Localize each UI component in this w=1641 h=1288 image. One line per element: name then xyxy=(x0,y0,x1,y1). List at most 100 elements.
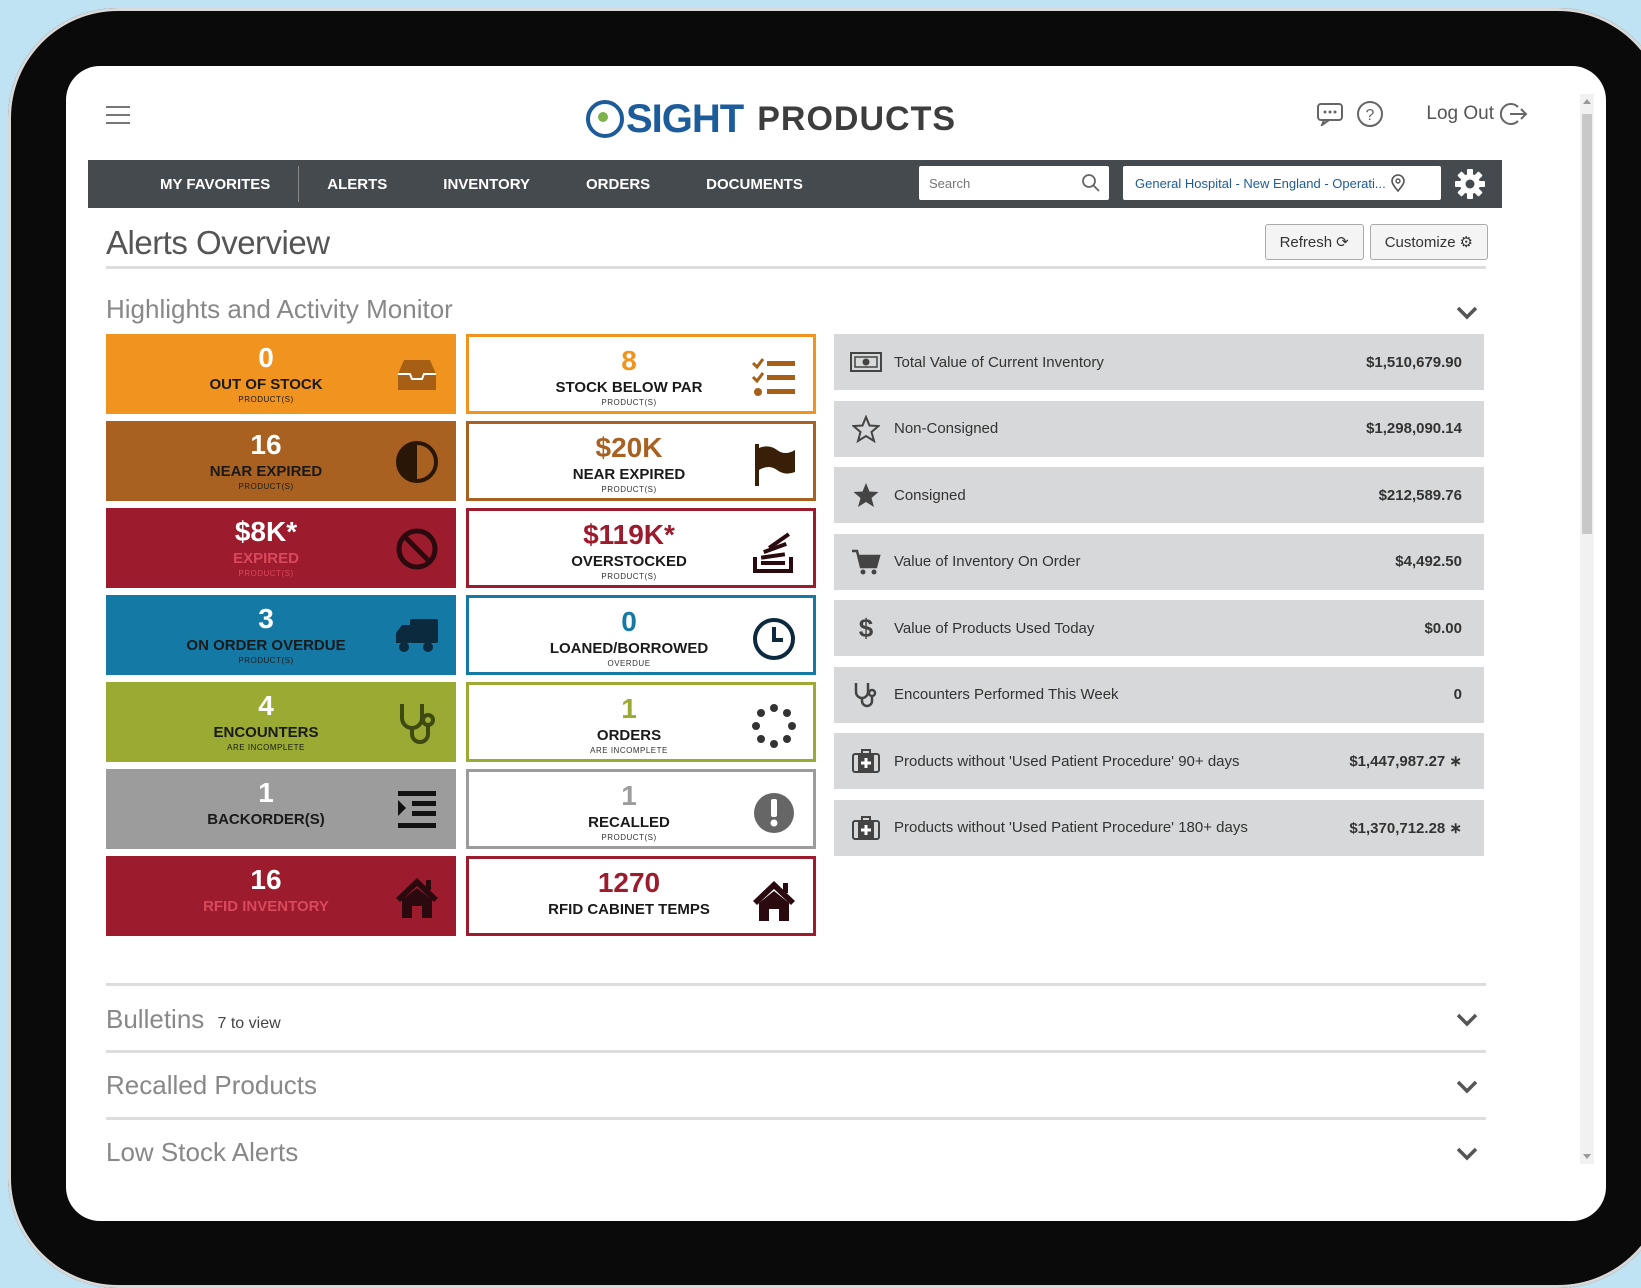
inbox-icon xyxy=(394,352,440,398)
stat-value: $0.00 xyxy=(1424,619,1462,637)
tile-label: NEAR EXPIRED xyxy=(572,466,686,483)
tile-value: 0 xyxy=(621,606,637,637)
bulletins-header[interactable]: Bulletins 7 to view xyxy=(106,1004,281,1035)
spinner-icon xyxy=(751,703,797,749)
nav-inventory[interactable]: INVENTORY xyxy=(415,176,558,193)
recalled-products-title[interactable]: Recalled Products xyxy=(106,1070,317,1101)
dollar-icon: $ xyxy=(848,613,884,643)
tile-sublabel: ARE INCOMPLETE xyxy=(590,746,668,755)
stat-row[interactable]: Value of Inventory On Order $4,492.50 xyxy=(834,533,1484,590)
stat-label: Value of Products Used Today xyxy=(894,619,1095,637)
main-nav: MY FAVORITES ALERTS INVENTORY ORDERS DOC… xyxy=(88,160,1502,208)
location-selector[interactable]: General Hospital - New England - Operati… xyxy=(1123,166,1441,200)
stat-row[interactable]: Non-Consigned $1,298,090.14 xyxy=(834,400,1484,457)
tile-expired[interactable]: $8K* EXPIRED PRODUCT(S) xyxy=(106,508,456,588)
tile-value: $20K xyxy=(595,432,663,463)
truck-icon xyxy=(394,613,440,659)
tile-label: EXPIRED xyxy=(233,550,299,567)
settings-gear-icon[interactable] xyxy=(1454,168,1486,200)
chevron-down-icon[interactable] xyxy=(1456,1013,1478,1027)
tile-label: OUT OF STOCK xyxy=(209,376,323,393)
search-input[interactable] xyxy=(919,174,1081,192)
divider xyxy=(106,983,1486,986)
tile-value: 16 xyxy=(250,864,282,895)
search-icon[interactable] xyxy=(1081,173,1101,193)
tile-label: RFID CABINET TEMPS xyxy=(548,901,710,918)
tile-encounters[interactable]: 4 ENCOUNTERS ARE INCOMPLETE xyxy=(106,682,456,762)
stat-value: $1,510,679.90 xyxy=(1366,353,1462,371)
tile-value: 1 xyxy=(258,777,274,808)
tile-label: STOCK BELOW PAR xyxy=(555,379,703,396)
stat-label: Products without 'Used Patient Procedure… xyxy=(894,819,1248,836)
tile-near-expired[interactable]: $20K NEAR EXPIRED PRODUCT(S) xyxy=(466,421,816,501)
nav-orders[interactable]: ORDERS xyxy=(558,176,678,193)
tile-value: 1 xyxy=(621,780,637,811)
location-label: General Hospital - New England - Operati… xyxy=(1135,175,1386,191)
logout-button[interactable]: Log Out xyxy=(1426,101,1528,127)
stat-label: Consigned xyxy=(894,486,966,504)
logo-mark-icon xyxy=(586,100,624,138)
tile-loaned-borrowed[interactable]: 0 LOANED/BORROWED OVERDUE xyxy=(466,595,816,675)
tile-sublabel: ARE INCOMPLETE xyxy=(227,743,305,752)
tile-out-of-stock[interactable]: 0 OUT OF STOCK PRODUCT(S) xyxy=(106,334,456,414)
medkit-icon xyxy=(848,746,884,776)
star-outline-icon xyxy=(848,414,884,444)
menu-icon[interactable] xyxy=(106,106,130,124)
tile-label: ON ORDER OVERDUE xyxy=(186,637,346,654)
stat-row[interactable]: Encounters Performed This Week 0 xyxy=(834,666,1484,723)
refresh-label: Refresh xyxy=(1279,233,1333,251)
tile-on-order-overdue[interactable]: 3 ON ORDER OVERDUE PRODUCT(S) xyxy=(106,595,456,675)
screen: SIGHT PRODUCTS ? Log Out MY FAVORITES AL… xyxy=(66,66,1606,1221)
home-icon xyxy=(751,877,797,923)
tile-sublabel: PRODUCT(S) xyxy=(238,569,294,578)
customize-button[interactable]: Customize ⚙ xyxy=(1369,224,1488,260)
tile-orders[interactable]: 1 ORDERS ARE INCOMPLETE xyxy=(466,682,816,762)
search-box xyxy=(919,166,1109,200)
scrollbar[interactable] xyxy=(1580,94,1594,1164)
stat-value: $1,447,987.27 ∗ xyxy=(1349,753,1462,770)
help-icon[interactable]: ? xyxy=(1356,100,1384,128)
bulletins-title: Bulletins xyxy=(106,1004,205,1034)
chevron-down-icon[interactable] xyxy=(1456,1147,1478,1161)
tile-label: ENCOUNTERS xyxy=(213,724,319,741)
logo: SIGHT PRODUCTS xyxy=(586,94,956,144)
tile-sublabel: PRODUCT(S) xyxy=(601,398,657,407)
cart-icon xyxy=(848,547,884,577)
tile-near-expired[interactable]: 16 NEAR EXPIRED PRODUCT(S) xyxy=(106,421,456,501)
chevron-down-icon[interactable] xyxy=(1456,306,1478,320)
refresh-button[interactable]: Refresh ⟳ xyxy=(1264,224,1364,260)
nav-alerts[interactable]: ALERTS xyxy=(299,176,415,193)
stack-icon xyxy=(751,529,797,575)
logout-icon xyxy=(1500,103,1528,125)
tile-value: $119K* xyxy=(583,519,675,550)
chat-icon[interactable] xyxy=(1316,100,1344,128)
stat-row[interactable]: Products without 'Used Patient Procedure… xyxy=(834,733,1484,789)
tile-rfid-inventory[interactable]: 16 RFID INVENTORY xyxy=(106,856,456,936)
tile-label: BACKORDER(S) xyxy=(207,811,325,828)
tile-recalled[interactable]: 1 RECALLED PRODUCT(S) xyxy=(466,769,816,849)
tile-overstocked[interactable]: $119K* OVERSTOCKED PRODUCT(S) xyxy=(466,508,816,588)
tile-sublabel: PRODUCT(S) xyxy=(238,656,294,665)
svg-text:?: ? xyxy=(1366,107,1375,124)
nav-documents[interactable]: DOCUMENTS xyxy=(678,176,831,193)
stat-label: Total Value of Current Inventory xyxy=(894,353,1104,371)
stat-row[interactable]: Products without 'Used Patient Procedure… xyxy=(834,799,1484,856)
flag-icon xyxy=(751,442,797,488)
stat-value: $1,370,712.28 ∗ xyxy=(1349,819,1462,837)
tile-label: LOANED/BORROWED xyxy=(549,640,709,657)
low-stock-alerts-title[interactable]: Low Stock Alerts xyxy=(106,1137,298,1168)
tile-backorder-s[interactable]: 1 BACKORDER(S) xyxy=(106,769,456,849)
tile-value: 0 xyxy=(258,342,274,373)
stat-row[interactable]: Consigned $212,589.76 xyxy=(834,467,1484,523)
tile-label: ORDERS xyxy=(596,727,662,744)
customize-label: Customize xyxy=(1384,233,1456,251)
stat-row[interactable]: Total Value of Current Inventory $1,510,6… xyxy=(834,334,1484,390)
tile-sublabel: PRODUCT(S) xyxy=(601,572,657,581)
tile-stock-below-par[interactable]: 8 STOCK BELOW PAR PRODUCT(S) xyxy=(466,334,816,414)
stat-row[interactable]: $ Value of Products Used Today $0.00 xyxy=(834,600,1484,656)
tile-rfid-cabinet-temps[interactable]: 1270 RFID CABINET TEMPS xyxy=(466,856,816,936)
chevron-down-icon[interactable] xyxy=(1456,1080,1478,1094)
stat-value: $212,589.76 xyxy=(1378,486,1462,504)
nav-my-favorites[interactable]: MY FAVORITES xyxy=(132,166,300,202)
exclamation-icon xyxy=(751,790,797,836)
